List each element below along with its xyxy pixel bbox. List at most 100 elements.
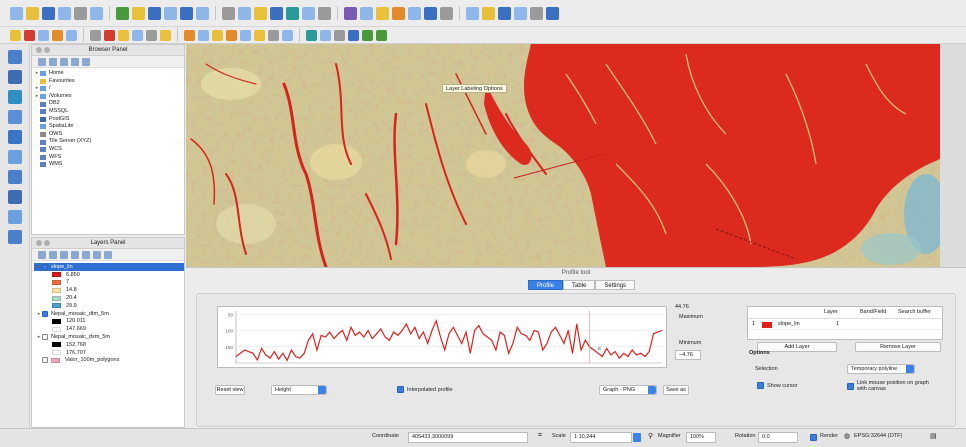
legend-entry[interactable]: 120.011 xyxy=(34,318,184,326)
toolbar-tool-icon[interactable] xyxy=(498,6,511,20)
expand-all-icon[interactable] xyxy=(82,250,90,259)
legend-entry[interactable]: 176.707 xyxy=(34,349,184,357)
toolbar-tool-icon[interactable] xyxy=(58,6,71,20)
browser-item[interactable]: OWS xyxy=(34,131,184,139)
toolbar-tool-icon[interactable] xyxy=(334,29,345,41)
minimum-value[interactable]: −4.76 xyxy=(675,350,701,360)
legend-entry[interactable]: 20.4 xyxy=(34,294,184,302)
toolbar-tool-icon[interactable] xyxy=(408,6,421,20)
browser-item[interactable]: ▸/Volumes xyxy=(34,93,184,101)
row-band[interactable]: 1 xyxy=(836,321,839,327)
tab-profile[interactable]: Profile xyxy=(528,280,564,290)
toolbar-tool-icon[interactable] xyxy=(90,29,101,41)
toolbar-tool-icon[interactable] xyxy=(302,6,315,20)
legend-entry[interactable]: 6.850 xyxy=(34,271,184,279)
digitizing-tool-icon[interactable] xyxy=(8,110,22,124)
toolbar-tool-icon[interactable] xyxy=(286,6,299,20)
layer-visibility-checkbox[interactable] xyxy=(42,263,48,270)
toolbar-tool-icon[interactable] xyxy=(514,6,527,20)
toolbar-tool-icon[interactable] xyxy=(104,29,115,41)
toolbar-tool-icon[interactable] xyxy=(466,6,479,20)
filter-legend-icon[interactable] xyxy=(71,250,79,259)
toolbar-tool-icon[interactable] xyxy=(160,29,171,41)
toolbar-tool-icon[interactable] xyxy=(146,29,157,41)
manage-visibility-icon[interactable] xyxy=(60,250,68,259)
browser-item[interactable]: WCS xyxy=(34,146,184,154)
remove-layer-icon[interactable] xyxy=(104,250,112,259)
digitizing-tool-icon[interactable] xyxy=(8,210,22,224)
toolbar-tool-icon[interactable] xyxy=(212,29,223,41)
selection-mode-select[interactable]: Temporary polyline xyxy=(847,364,915,374)
toolbar-tool-icon[interactable] xyxy=(240,29,251,41)
toolbar-tool-icon[interactable] xyxy=(42,6,55,20)
export-format-select[interactable]: Graph - PNG xyxy=(599,385,657,395)
browser-item[interactable]: Favourites xyxy=(34,78,184,86)
toolbar-tool-icon[interactable] xyxy=(26,6,39,20)
layer-item[interactable]: ▾ slope_lin xyxy=(34,263,184,271)
toolbar-tool-icon[interactable] xyxy=(482,6,495,20)
toolbar-tool-icon[interactable] xyxy=(196,6,209,20)
toolbar-tool-icon[interactable] xyxy=(348,29,359,41)
link-mouse-checkbox[interactable]: Link mouse position on graph with canvas xyxy=(847,380,947,392)
layer-visibility-checkbox[interactable] xyxy=(42,357,48,364)
legend-entry[interactable]: 7 xyxy=(34,279,184,287)
remove-layer-button[interactable]: Remove Layer xyxy=(855,342,941,352)
browser-item[interactable]: ▸ / xyxy=(34,85,184,93)
layer-visibility-checkbox[interactable] xyxy=(42,310,48,317)
close-icon[interactable] xyxy=(36,47,42,53)
toolbar-tool-icon[interactable] xyxy=(376,29,387,41)
digitizing-tool-icon[interactable] xyxy=(8,150,22,164)
toolbar-tool-icon[interactable] xyxy=(24,29,35,41)
browser-item[interactable]: Tile Server (XYZ) xyxy=(34,138,184,146)
digitizing-tool-icon[interactable] xyxy=(8,50,22,64)
toolbar-tool-icon[interactable] xyxy=(132,6,145,20)
browser-item[interactable]: SpatiaLite xyxy=(34,123,184,131)
crs-globe-icon[interactable]: ◍ xyxy=(844,432,850,440)
rotation-field[interactable]: 0.0 xyxy=(758,432,798,443)
collapse-all-icon[interactable] xyxy=(71,57,79,66)
toolbar-tool-icon[interactable] xyxy=(66,29,77,41)
coordinate-field[interactable]: 405433,3000099 xyxy=(408,432,528,443)
toolbar-tool-icon[interactable] xyxy=(254,29,265,41)
toolbar-tool-icon[interactable] xyxy=(546,6,559,20)
toolbar-tool-icon[interactable] xyxy=(116,6,129,20)
browser-item[interactable]: ▸ Home xyxy=(34,70,184,78)
collapse-all-icon[interactable] xyxy=(93,250,101,259)
browser-panel-titlebar[interactable]: Browser Panel xyxy=(32,45,184,56)
toolbar-tool-icon[interactable] xyxy=(392,6,405,20)
open-styling-icon[interactable] xyxy=(38,250,46,259)
toolbar-tool-icon[interactable] xyxy=(74,6,87,20)
layers-panel-titlebar[interactable]: Layers Panel xyxy=(32,238,184,249)
digitizing-tool-icon[interactable] xyxy=(8,190,22,204)
toolbar-tool-icon[interactable] xyxy=(226,29,237,41)
digitizing-tool-icon[interactable] xyxy=(8,70,22,84)
show-cursor-checkbox[interactable]: Show cursor xyxy=(757,382,798,389)
refresh-icon[interactable] xyxy=(49,57,57,66)
close-icon[interactable] xyxy=(36,240,42,246)
toolbar-tool-icon[interactable] xyxy=(320,29,331,41)
legend-entry[interactable]: 147.669 xyxy=(34,325,184,333)
crs-label[interactable]: EPSG:32644 (OTF) xyxy=(854,433,902,439)
scale-field[interactable]: 1:10,244 xyxy=(570,432,632,443)
scale-dropdown-icon[interactable] xyxy=(633,433,641,442)
toolbar-tool-icon[interactable] xyxy=(198,29,209,41)
toolbar-tool-icon[interactable] xyxy=(306,29,317,41)
float-icon[interactable] xyxy=(44,240,50,246)
digitizing-tool-icon[interactable] xyxy=(8,130,22,144)
toolbar-tool-icon[interactable] xyxy=(222,6,235,20)
interpolated-profile-checkbox[interactable]: Interpolated profile xyxy=(397,386,453,393)
toolbar-tool-icon[interactable] xyxy=(238,6,251,20)
digitizing-tool-icon[interactable] xyxy=(8,230,22,244)
float-icon[interactable] xyxy=(44,47,50,53)
toolbar-tool-icon[interactable] xyxy=(318,6,331,20)
toolbar-tool-icon[interactable] xyxy=(52,29,63,41)
layer-item[interactable]: Valor_100m_polygons xyxy=(34,357,184,365)
browser-item[interactable]: MSSQL xyxy=(34,108,184,116)
browser-item[interactable]: WMS xyxy=(34,161,184,169)
tab-table[interactable]: Table xyxy=(563,280,596,290)
add-group-icon[interactable] xyxy=(49,250,57,259)
toolbar-tool-icon[interactable] xyxy=(132,29,143,41)
browser-item[interactable]: DB2 xyxy=(34,100,184,108)
messages-icon[interactable]: ▤ xyxy=(930,432,937,440)
toolbar-tool-icon[interactable] xyxy=(530,6,543,20)
